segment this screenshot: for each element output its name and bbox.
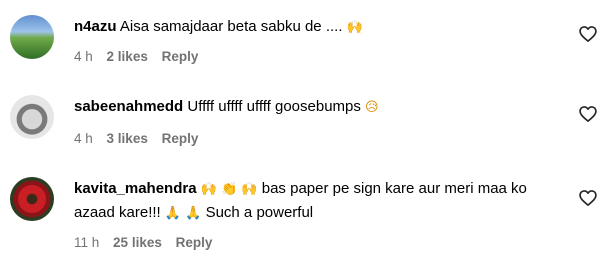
reply-button[interactable]: Reply bbox=[162, 131, 199, 146]
comment-likes[interactable]: 25 likes bbox=[113, 235, 162, 250]
reply-button[interactable]: Reply bbox=[176, 235, 213, 250]
comment-username[interactable]: kavita_mahendra bbox=[74, 180, 197, 197]
reply-button[interactable]: Reply bbox=[162, 49, 199, 64]
clapping-hands-emoji-icon: 🙌 👏 🙌 bbox=[200, 182, 258, 197]
avatar[interactable] bbox=[10, 15, 54, 59]
comment-meta: 11 h 25 likes Reply bbox=[74, 235, 212, 250]
comment-body-continued: Such a powerful bbox=[205, 204, 314, 221]
sad-face-emoji-icon: 😥 bbox=[365, 100, 379, 115]
comment-body: Aisa samajdaar beta sabku de .... bbox=[119, 18, 343, 35]
comment-text: kavita_mahendra 🙌 👏 🙌 bas paper pe sign … bbox=[74, 177, 554, 225]
heart-outline-icon[interactable] bbox=[578, 188, 598, 208]
comment-text: n4azu Aisa samajdaar beta sabku de .... … bbox=[74, 15, 564, 39]
heart-outline-icon[interactable] bbox=[578, 104, 598, 124]
comment-item: sabeenahmedd Uffff uffff uffff goosebump… bbox=[0, 80, 608, 165]
comment-meta: 4 h 3 likes Reply bbox=[74, 131, 198, 146]
comment-time: 4 h bbox=[74, 49, 93, 64]
comment-body: Uffff uffff uffff goosebumps bbox=[187, 98, 361, 115]
comment-likes[interactable]: 2 likes bbox=[107, 49, 148, 64]
comment-item: n4azu Aisa samajdaar beta sabku de .... … bbox=[0, 0, 608, 80]
comment-item: kavita_mahendra 🙌 👏 🙌 bas paper pe sign … bbox=[0, 165, 608, 262]
comment-time: 4 h bbox=[74, 131, 93, 146]
raising-hands-emoji-icon: 🙌 bbox=[346, 20, 363, 35]
comment-time: 11 h bbox=[74, 235, 100, 250]
comment-username[interactable]: sabeenahmedd bbox=[74, 98, 183, 115]
praying-hands-emoji-icon: 🙏 🙏 bbox=[164, 206, 202, 221]
comment-likes[interactable]: 3 likes bbox=[107, 131, 148, 146]
avatar[interactable] bbox=[10, 95, 54, 139]
heart-outline-icon[interactable] bbox=[578, 24, 598, 44]
avatar[interactable] bbox=[10, 177, 54, 221]
comment-meta: 4 h 2 likes Reply bbox=[74, 49, 198, 64]
comment-username[interactable]: n4azu bbox=[74, 18, 117, 35]
comment-text: sabeenahmedd Uffff uffff uffff goosebump… bbox=[74, 95, 564, 119]
